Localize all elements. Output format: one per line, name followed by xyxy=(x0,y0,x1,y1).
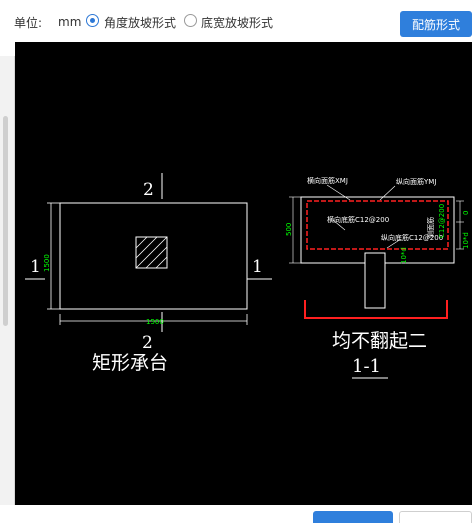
section-mark-bottom: 2 xyxy=(142,333,153,353)
drawing-canvas: 2 2 1 1 1500 1500 矩形承台 横向面筋XMJ 纵向面筋YMJ 横… xyxy=(15,42,472,505)
top-bar-label-2: 纵向面筋YMJ xyxy=(396,177,436,186)
section-note: 均不翻起二 xyxy=(332,330,427,352)
footer-primary-button[interactable] xyxy=(313,511,393,523)
left-scrollbar[interactable] xyxy=(3,116,8,326)
section-title: 1-1 xyxy=(352,356,381,377)
section-mark-top: 2 xyxy=(143,180,154,200)
column-hatch xyxy=(135,236,168,269)
toolbar: 单位: mm 角度放坡形式 底宽放坡形式 配筋形式 xyxy=(0,0,472,42)
column-stub xyxy=(364,252,386,309)
rebar-form-button[interactable]: 配筋形式 xyxy=(400,11,472,37)
side-bar-spec: C12@200 xyxy=(438,204,446,238)
section-mark-right: 1 xyxy=(252,257,263,277)
radio-bottom-width-slope-label[interactable]: 底宽放坡形式 xyxy=(201,14,273,31)
plan-dim-height: 1500 xyxy=(43,254,51,272)
left-panel xyxy=(0,56,15,506)
unit-value: mm xyxy=(58,15,82,29)
section-dim-right-bottom: 10*d xyxy=(462,232,470,249)
top-bar-label: 横向面筋XMJ xyxy=(307,176,348,185)
plan-title: 矩形承台 xyxy=(92,352,168,374)
footing-outline xyxy=(59,202,248,310)
section-dim-bottom-small: 10*d xyxy=(400,247,408,264)
cad-drawing: 2 2 1 1 1500 1500 矩形承台 横向面筋XMJ 纵向面筋YMJ 横… xyxy=(25,173,470,379)
radio-angle-slope-label[interactable]: 角度放坡形式 xyxy=(104,14,176,31)
section-dim-right-top: 0 xyxy=(462,211,470,215)
side-bar-label: 侧面筋 xyxy=(426,217,435,238)
radio-angle-slope[interactable] xyxy=(86,14,99,27)
bottom-bar-label: 横向底筋C12@200 xyxy=(327,215,389,224)
radio-bottom-width-slope[interactable] xyxy=(184,14,197,27)
section-mark-left: 1 xyxy=(30,257,41,277)
plan-dim-width: 1500 xyxy=(146,318,164,326)
footer-secondary-button[interactable] xyxy=(399,511,472,523)
unit-label: 单位: xyxy=(14,16,43,30)
section-dim-height: 500 xyxy=(285,223,293,236)
